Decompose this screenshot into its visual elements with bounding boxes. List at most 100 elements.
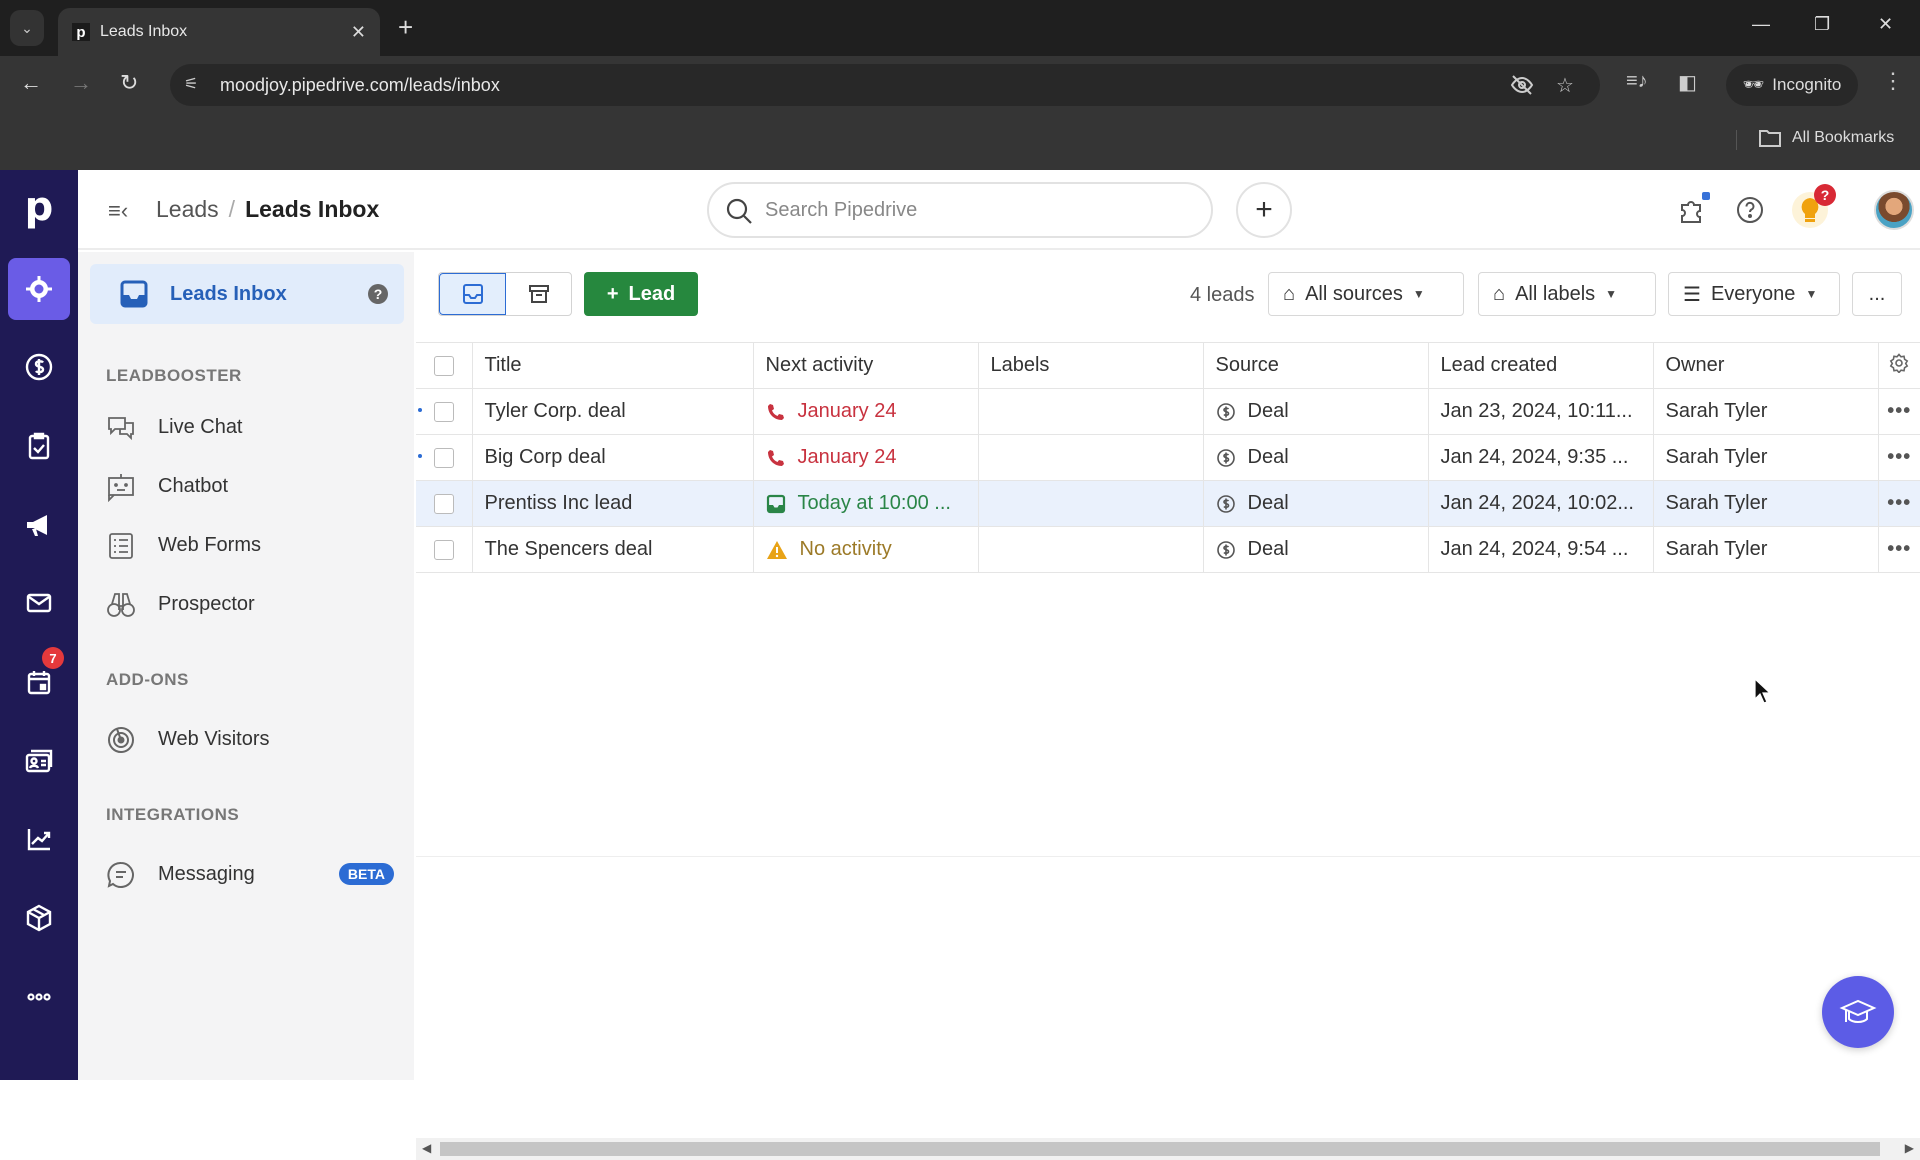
next-activity-cell[interactable]: January 24 [753,388,979,435]
sources-filter[interactable]: ⌂ All sources ▼ [1268,272,1464,316]
rail-activities[interactable] [8,415,70,477]
column-settings-button[interactable] [1878,342,1920,389]
rail-leads[interactable] [8,258,70,320]
inbox-view-button[interactable] [439,273,506,315]
row-menu-button[interactable]: ••• [1878,388,1920,435]
row-menu-button[interactable]: ••• [1878,434,1920,481]
academy-button[interactable] [1822,976,1894,1048]
clipboard-check-icon [28,432,50,460]
sidenav-item-leads-inbox[interactable]: Leads Inbox ? [90,264,404,324]
next-activity-cell[interactable]: Today at 10:00 ... [753,480,979,527]
table-row[interactable]: Prentiss Inc lead Today at 10:00 ... Dea… [416,480,1920,527]
column-header-title[interactable]: Title [472,342,754,389]
mouse-cursor [1754,678,1772,704]
side-panel-icon[interactable]: ◧ [1678,70,1697,95]
table-row[interactable]: Tyler Corp. deal January 24 Deal Jan 23,… [416,388,1920,435]
new-tab-button[interactable]: + [398,12,413,43]
scroll-left-icon[interactable]: ◀ [422,1141,431,1155]
rail-more[interactable] [8,966,70,1028]
rail-products[interactable] [8,887,70,949]
rail-campaigns[interactable] [8,494,70,556]
restore-button[interactable]: ❐ [1814,14,1830,35]
folder-icon [1759,130,1781,147]
eye-off-icon[interactable] [1510,73,1534,103]
rail-mail[interactable] [8,572,70,634]
rail-insights[interactable] [8,808,70,870]
contact-card-icon [25,749,53,773]
scroll-right-icon[interactable]: ▶ [1905,1141,1914,1155]
sidenav-item-chatbot[interactable]: Chatbot [106,466,406,506]
table-row[interactable]: Big Corp deal January 24 Deal Jan 24, 20… [416,434,1920,481]
scrollbar-thumb[interactable] [440,1142,1880,1156]
more-actions-button[interactable]: ... [1852,272,1902,316]
column-header-lead-created[interactable]: Lead created [1428,342,1654,389]
row-checkbox[interactable] [433,493,454,514]
site-settings-icon[interactable]: ⚟ [184,74,198,94]
column-header-next-activity[interactable]: Next activity [753,342,979,389]
labels-filter[interactable]: ⌂ All labels ▼ [1478,272,1656,316]
collapse-menu-icon[interactable]: ≡‹ [108,198,128,224]
sidenav-item-prospector[interactable]: Prospector [106,584,406,624]
quick-add-button[interactable]: + [1236,182,1292,238]
close-window-button[interactable]: ✕ [1878,14,1893,35]
sidenav-item-live-chat[interactable]: Live Chat [106,407,406,447]
back-button[interactable]: ← [20,70,42,96]
browser-menu-icon[interactable]: ⋮ [1882,68,1904,94]
user-avatar[interactable] [1874,190,1914,230]
source-text: Deal [1247,492,1289,514]
media-control-icon[interactable]: ≡♪ [1626,70,1648,93]
labels-filter-label: All labels [1515,282,1596,305]
row-menu-button[interactable]: ••• [1878,480,1920,527]
close-tab-icon[interactable]: ✕ [351,22,366,43]
column-header-source[interactable]: Source [1203,342,1429,389]
select-all-checkbox[interactable] [433,355,454,376]
tab-list-button[interactable]: ⌄ [10,10,44,46]
lead-title[interactable]: The Spencers deal [472,526,754,573]
row-checkbox[interactable] [433,447,454,468]
lead-title[interactable]: Tyler Corp. deal [472,388,754,435]
incognito-indicator[interactable]: 🕶 Incognito [1726,64,1858,106]
help-icon[interactable]: ? [368,284,388,304]
archive-view-button[interactable] [506,273,571,315]
sidenav-item-messaging[interactable]: Messaging BETA [106,854,406,894]
horizontal-scrollbar[interactable]: ◀ ▶ [416,1138,1920,1160]
help-button[interactable] [1732,192,1768,228]
labels-cell[interactable] [978,526,1204,573]
lead-created-cell: Jan 23, 2024, 10:11... [1428,388,1654,435]
reload-button[interactable]: ↻ [120,70,138,96]
search-icon [726,198,752,224]
sidenav-item-web-visitors[interactable]: Web Visitors [106,719,406,759]
address-bar[interactable]: ⚟ moodjoy.pipedrive.com/leads/inbox ☆ [170,64,1600,106]
section-heading-leadbooster: LEADBOOSTER [106,366,242,385]
minimize-button[interactable]: — [1752,14,1770,35]
search-input[interactable]: Search Pipedrive [707,182,1213,238]
rail-deals[interactable] [8,336,70,398]
source-text: Deal [1247,400,1289,422]
row-checkbox[interactable] [433,401,454,422]
pipedrive-logo[interactable]: p [0,184,78,230]
all-bookmarks-button[interactable]: All Bookmarks [1758,128,1894,148]
lead-title[interactable]: Big Corp deal [472,434,754,481]
owner-filter[interactable]: ☰ Everyone ▼ [1668,272,1840,316]
table-row[interactable]: The Spencers deal No activity Deal Jan 2… [416,526,1920,573]
add-lead-button[interactable]: + Lead [584,272,698,316]
labels-cell[interactable] [978,388,1204,435]
labels-cell[interactable] [978,434,1204,481]
lead-title[interactable]: Prentiss Inc lead [472,480,754,527]
labels-cell[interactable] [978,480,1204,527]
rail-contacts[interactable] [8,730,70,792]
sidenav-item-web-forms[interactable]: Web Forms [106,525,406,565]
next-activity-cell[interactable]: January 24 [753,434,979,481]
marketplace-button[interactable] [1674,192,1710,228]
forward-button[interactable]: → [70,70,92,96]
tips-button[interactable]: ? [1792,184,1836,228]
bookmark-star-icon[interactable]: ☆ [1556,73,1574,98]
breadcrumb-leads[interactable]: Leads [156,196,219,223]
next-activity-cell[interactable]: No activity [753,526,979,573]
browser-tab[interactable]: p Leads Inbox ✕ [58,8,380,56]
rail-calendar[interactable]: 7 [8,647,70,713]
row-checkbox[interactable] [433,539,454,560]
column-header-labels[interactable]: Labels [978,342,1204,389]
row-menu-button[interactable]: ••• [1878,526,1920,573]
column-header-owner[interactable]: Owner [1653,342,1879,389]
